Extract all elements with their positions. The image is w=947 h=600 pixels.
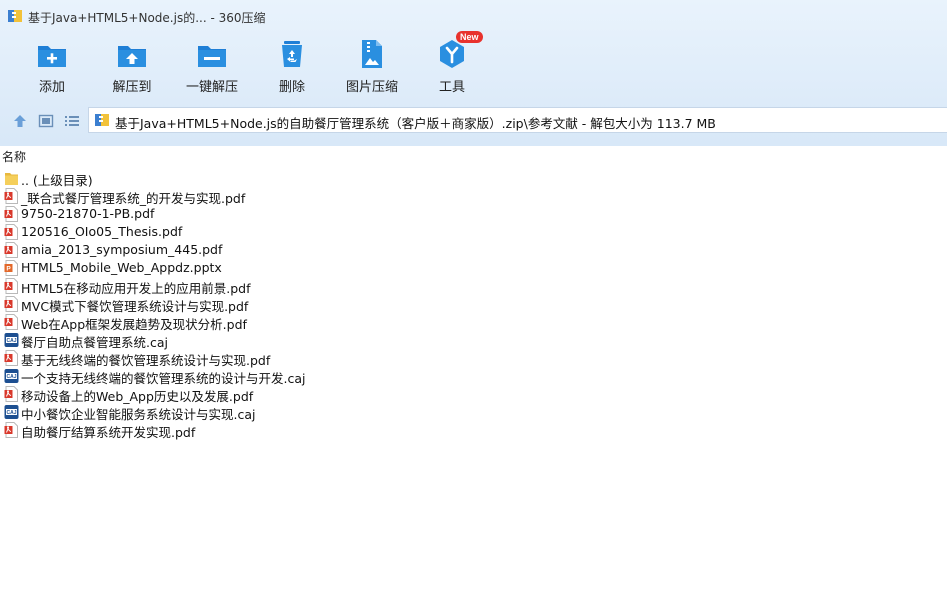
path-field[interactable]: 基于Java+HTML5+Node.js的自助餐厅管理系统（客户版＋商家版）.z…	[88, 107, 947, 133]
tools-label: 工具	[438, 80, 465, 95]
pdf-file-icon	[4, 224, 18, 240]
thumbnail-view-icon[interactable]	[38, 113, 54, 129]
pdf-file-icon	[4, 242, 18, 258]
pptx-file-icon: P	[4, 260, 18, 276]
file-row[interactable]: amia_2013_symposium_445.pdf	[0, 241, 947, 259]
new-badge: New	[456, 31, 483, 43]
extract-to-button[interactable]: 解压到	[92, 36, 172, 98]
file-row[interactable]: MVC模式下餐饮管理系统设计与实现.pdf	[0, 295, 947, 314]
extract-to-icon	[118, 46, 146, 67]
image-compress-button[interactable]: 图片压缩	[332, 36, 412, 98]
file-row[interactable]: 9750-21870-1-PB.pdf	[0, 205, 947, 223]
file-row[interactable]: Web在App框架发展趋势及现状分析.pdf	[0, 313, 947, 332]
file-name: 120516_OIo05_Thesis.pdf	[21, 224, 183, 239]
folder-icon	[5, 173, 18, 185]
one-click-extract-button[interactable]: 一键解压	[172, 36, 252, 98]
window-title: 基于Java+HTML5+Node.js的... - 360压缩	[28, 9, 266, 26]
archive-app-icon	[8, 10, 22, 22]
address-bar: 基于Java+HTML5+Node.js的自助餐厅管理系统（客户版＋商家版）.z…	[0, 106, 947, 136]
parent-directory-row[interactable]: .. (上级目录)	[0, 169, 947, 188]
path-text: 基于Java+HTML5+Node.js的自助餐厅管理系统（客户版＋商家版）.z…	[115, 116, 716, 131]
archive-file-icon	[95, 114, 109, 126]
pdf-file-icon	[4, 314, 18, 330]
extract-to-label: 解压到	[112, 80, 152, 95]
file-name: 9750-21870-1-PB.pdf	[21, 206, 155, 221]
file-row[interactable]: HTML5在移动应用开发上的应用前景.pdf	[0, 277, 947, 296]
svg-text:CAJ: CAJ	[6, 338, 16, 344]
window-title-separator: -	[206, 11, 219, 25]
window-app-name: 360压缩	[218, 11, 266, 25]
add-icon	[38, 46, 66, 67]
pdf-file-icon	[4, 206, 18, 222]
pdf-file-icon	[4, 422, 18, 438]
delete-button[interactable]: 删除	[252, 36, 332, 98]
file-row[interactable]: 120516_OIo05_Thesis.pdf	[0, 223, 947, 241]
caj-file-icon: CAJ	[4, 333, 19, 347]
one-click-extract-icon	[198, 46, 226, 67]
file-name: amia_2013_symposium_445.pdf	[21, 242, 223, 257]
pdf-file-icon	[4, 188, 18, 204]
add-label: 添加	[38, 80, 65, 95]
file-row[interactable]: CAJ 餐厅自助点餐管理系统.caj	[0, 331, 947, 350]
top-panel: 基于Java+HTML5+Node.js的... - 360压缩 添加 解压到	[0, 0, 947, 146]
add-button[interactable]: 添加	[12, 36, 92, 98]
file-list: .. (上级目录) _联合式餐厅管理系统_的开发与实现.pdf 9750-21870…	[0, 169, 947, 440]
file-name: HTML5_Mobile_Web_Appdz.pptx	[21, 260, 222, 275]
svg-text:CAJ: CAJ	[6, 410, 16, 416]
file-row[interactable]: 自助餐厅结算系统开发实现.pdf	[0, 421, 947, 440]
up-arrow-icon[interactable]	[12, 113, 28, 129]
caj-file-icon: CAJ	[4, 405, 19, 419]
file-row[interactable]: CAJ 一个支持无线终端的餐饮管理系统的设计与开发.caj	[0, 367, 947, 386]
svg-text:CAJ: CAJ	[6, 374, 16, 380]
window-doc-title: 基于Java+HTML5+Node.js的...	[28, 11, 207, 25]
column-header-name[interactable]: 名称	[2, 148, 26, 165]
pdf-file-icon	[4, 350, 18, 366]
caj-file-icon: CAJ	[4, 369, 19, 383]
image-compress-icon	[362, 40, 382, 68]
pdf-file-icon	[4, 386, 18, 402]
svg-text:P: P	[6, 266, 11, 273]
title-bar: 基于Java+HTML5+Node.js的... - 360压缩	[0, 0, 947, 34]
file-row[interactable]: 移动设备上的Web_App历史以及发展.pdf	[0, 385, 947, 404]
tools-button[interactable]: New 工具	[412, 31, 492, 98]
recycle-bin-icon	[282, 41, 302, 67]
image-compress-label: 图片压缩	[345, 80, 398, 95]
file-name: 自助餐厅结算系统开发实现.pdf	[21, 425, 196, 440]
one-click-extract-label: 一键解压	[185, 80, 238, 95]
file-row[interactable]: P HTML5_Mobile_Web_Appdz.pptx	[0, 259, 947, 277]
file-row[interactable]: CAJ 中小餐饮企业智能服务系统设计与实现.caj	[0, 403, 947, 422]
pdf-file-icon	[4, 296, 18, 312]
file-row[interactable]: 基于无线终端的餐饮管理系统设计与实现.pdf	[0, 349, 947, 368]
pdf-file-icon	[4, 278, 18, 294]
toolbar: 添加 解压到 一键解压 删除 图片压缩 New 工具	[0, 31, 947, 98]
delete-label: 删除	[278, 80, 305, 95]
list-view-icon[interactable]	[64, 113, 80, 129]
file-row[interactable]: _联合式餐厅管理系统_的开发与实现.pdf	[0, 187, 947, 206]
